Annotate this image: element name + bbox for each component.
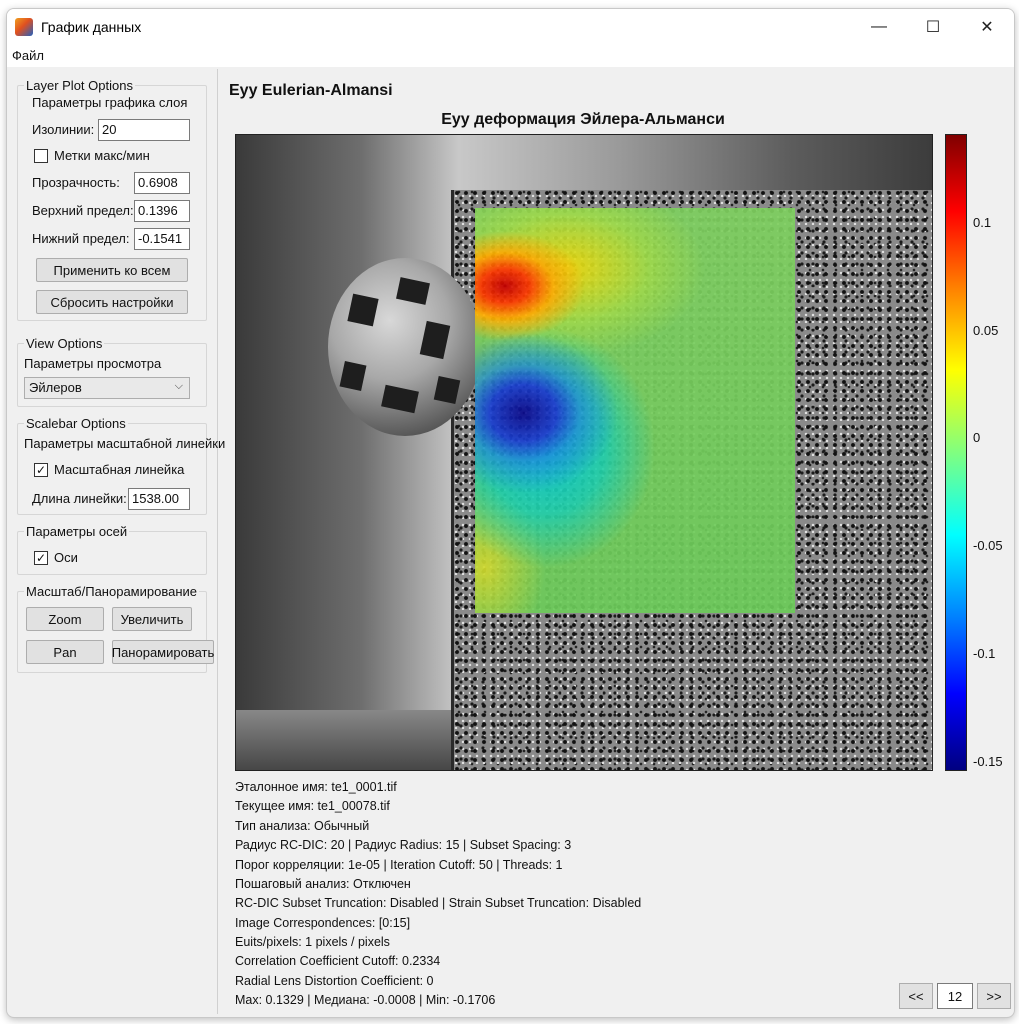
axes-group: Параметры осей ✓ Оси: [17, 524, 207, 575]
sphere-speckle-patch: [433, 375, 461, 405]
sphere-speckle-patch: [381, 384, 419, 414]
window-controls: — ☐ ✕: [852, 9, 1014, 45]
layer-plot-group: Layer Plot Options Параметры графика сло…: [17, 78, 207, 321]
minimize-button[interactable]: —: [852, 9, 906, 45]
frame-number-input[interactable]: 12: [937, 983, 973, 1009]
zoom-pan-group: Масштаб/Панорамирование Zoom Увеличить P…: [17, 584, 214, 673]
scalebar-length-input[interactable]: 1538.00: [128, 488, 190, 510]
axes-checkbox-label: Оси: [54, 550, 78, 565]
maximize-button[interactable]: ☐: [906, 9, 960, 45]
info-correlation-threshold: Порог корреляции: 1e-05 | Iteration Cuto…: [235, 858, 563, 872]
sphere-speckle-patch: [347, 293, 379, 327]
info-subset-radius: Радиус RC-DIC: 20 | Радиус Radius: 15 | …: [235, 838, 572, 852]
layer-plot-subtitle: Параметры графика слоя: [32, 95, 188, 110]
colorbar-tick: 0.1: [973, 215, 992, 230]
info-current-name: Текущее имя: te1_00078.tif: [235, 799, 390, 813]
panel-title: Eyy Eulerian-Almansi: [229, 82, 393, 99]
reset-settings-button[interactable]: Сбросить настройки: [36, 290, 188, 314]
zoom-pan-group-title: Масштаб/Панорамирование: [24, 584, 199, 599]
next-frame-button[interactable]: >>: [977, 983, 1011, 1009]
axes-group-title: Параметры осей: [24, 524, 130, 539]
colorbar-tick: 0.05: [973, 323, 999, 338]
title-bar: График данных — ☐ ✕: [7, 9, 1014, 45]
plot-panel: Eyy Eulerian-Almansi Eyy деформация Эйле…: [223, 69, 1013, 1014]
scalebar-length-label: Длина линейки:: [32, 491, 127, 506]
scalebar-group-title: Scalebar Options: [24, 416, 128, 431]
minmax-checkbox[interactable]: [34, 149, 48, 163]
menu-file[interactable]: Файл: [12, 48, 44, 63]
window-title: График данных: [41, 19, 142, 35]
layer-plot-group-title: Layer Plot Options: [24, 78, 135, 93]
colorbar: [945, 134, 967, 771]
sphere-speckle-patch: [419, 320, 451, 360]
isolines-input[interactable]: 20: [98, 119, 190, 141]
indenter-sphere: [328, 258, 482, 436]
apply-all-button[interactable]: Применить ко всем: [36, 258, 188, 282]
close-button[interactable]: ✕: [960, 9, 1014, 45]
view-mode-select[interactable]: Эйлеров ⌵: [24, 377, 190, 399]
isolines-label: Изолинии:: [32, 122, 95, 137]
colorbar-tick: -0.05: [973, 538, 1003, 553]
lower-limit-label: Нижний предел:: [32, 231, 130, 246]
scalebar-group: Scalebar Options Параметры масштабной ли…: [17, 416, 225, 515]
chevron-down-icon: ⌵: [174, 380, 183, 392]
info-truncation: RC-DIC Subset Truncation: Disabled | Str…: [235, 896, 642, 910]
info-correspondences: Image Correspondences: [0:15]: [235, 916, 411, 930]
pan-button[interactable]: Pan: [26, 640, 104, 664]
scalebar-subtitle: Параметры масштабной линейки: [24, 436, 226, 451]
menu-bar: Файл: [7, 45, 1014, 67]
info-units: Euits/pixels: 1 pixels / pixels: [235, 935, 390, 949]
transparency-input[interactable]: 0.6908: [134, 172, 190, 194]
view-mode-value: Эйлеров: [29, 380, 82, 395]
zoom-button[interactable]: Zoom: [26, 607, 104, 631]
strain-field-overlay: [475, 208, 795, 613]
pan-ru-button[interactable]: Панорамировать: [112, 640, 214, 664]
plot-title: Eyy деформация Эйлера-Альманси: [441, 111, 725, 128]
info-analysis-type: Тип анализа: Обычный: [235, 819, 370, 833]
strain-plot-image[interactable]: [235, 134, 933, 771]
app-window: График данных — ☐ ✕ Файл Layer Plot Opti…: [6, 8, 1015, 1018]
lower-limit-input[interactable]: -0.1541: [134, 228, 190, 250]
sphere-speckle-patch: [396, 277, 430, 305]
minmax-label: Метки макс/мин: [54, 148, 150, 163]
view-options-group: View Options Параметры просмотра Эйлеров…: [17, 336, 207, 407]
scalebar-checkbox[interactable]: ✓: [34, 463, 48, 477]
scalebar-checkbox-label: Масштабная линейка: [54, 462, 185, 477]
view-options-subtitle: Параметры просмотра: [24, 356, 162, 371]
zoom-in-button[interactable]: Увеличить: [112, 607, 192, 631]
options-panel: Layer Plot Options Параметры графика сло…: [11, 69, 225, 1014]
prev-frame-button[interactable]: <<: [899, 983, 933, 1009]
info-lens-distortion: Radial Lens Distortion Coefficient: 0: [235, 974, 434, 988]
colorbar-tick: -0.1: [973, 646, 996, 661]
upper-limit-input[interactable]: 0.1396: [134, 200, 190, 222]
sphere-speckle-patch: [339, 360, 367, 392]
info-stats: Max: 0.1329 | Медиана: -0.0008 | Min: -0…: [235, 993, 496, 1007]
transparency-label: Прозрачность:: [32, 175, 120, 190]
axes-checkbox[interactable]: ✓: [34, 551, 48, 565]
app-logo-icon: [15, 18, 33, 36]
info-cc-cutoff: Correlation Coefficient Cutoff: 0.2334: [235, 954, 441, 968]
colorbar-tick: 0: [973, 430, 981, 445]
info-stepwise: Пошаговый анализ: Отключен: [235, 877, 411, 891]
upper-limit-label: Верхний предел:: [32, 203, 134, 218]
info-reference-name: Эталонное имя: te1_0001.tif: [235, 780, 397, 794]
colorbar-tick: -0.15: [973, 754, 1003, 769]
view-options-group-title: View Options: [24, 336, 105, 351]
